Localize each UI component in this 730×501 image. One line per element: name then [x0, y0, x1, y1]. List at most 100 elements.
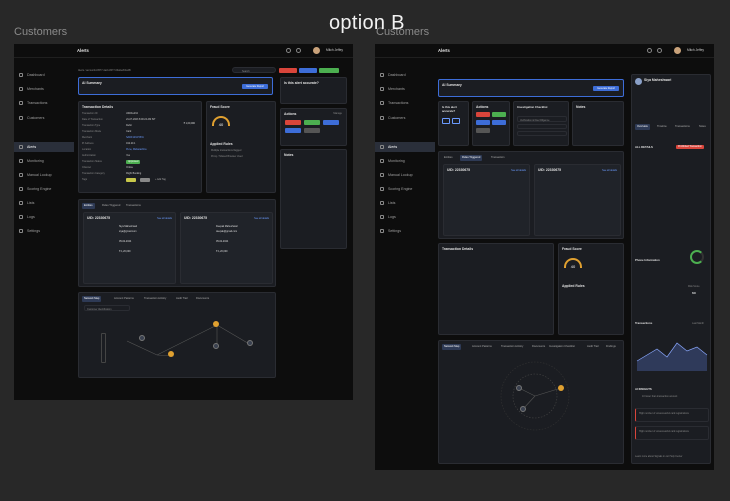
network-node[interactable]: [520, 406, 526, 412]
network-node[interactable]: [168, 351, 174, 357]
action-button-blue[interactable]: [285, 128, 301, 133]
sidebar-item-customers[interactable]: Customers: [375, 113, 435, 123]
add-tag-button[interactable]: + Add Tag: [155, 178, 166, 181]
bell-icon[interactable]: [286, 48, 291, 53]
sidebar-item-merchants[interactable]: Merchants: [375, 84, 435, 94]
sidebar-item-manual-lookup[interactable]: Manual Lookup: [14, 170, 74, 180]
thumbs-up-button[interactable]: [442, 118, 450, 124]
action-button-blue[interactable]: [323, 120, 339, 125]
see-all-details-link[interactable]: See all details: [157, 217, 172, 220]
action-button-blue[interactable]: [476, 120, 490, 125]
detail-key: IP Address: [82, 142, 94, 145]
detail-value[interactable]: Pune, Maharashtra: [126, 148, 146, 151]
entity-date: 05-02-2024: [119, 240, 132, 243]
user-name[interactable]: Mitch Jeffey: [687, 48, 704, 52]
thumbs-down-button[interactable]: [452, 118, 460, 124]
detail-key: Transaction Mode: [82, 130, 102, 133]
tag-chip: [140, 178, 150, 182]
action-button-gray[interactable]: [476, 128, 490, 133]
sidebar-item-scoring-engine[interactable]: Scoring Engine: [14, 184, 74, 194]
tab-overview[interactable]: Overview: [635, 124, 650, 130]
action-button-green[interactable]: [304, 120, 320, 125]
actions-panel: Actions Manage: [280, 108, 347, 146]
network-node[interactable]: [213, 321, 219, 327]
tab-entities[interactable]: Entities: [82, 203, 95, 209]
insight-card[interactable]: High number of unsuccessful card registr…: [635, 426, 709, 440]
action-button-green[interactable]: [492, 112, 506, 117]
sidebar-item-scoring-engine[interactable]: Scoring Engine: [375, 184, 435, 194]
sidebar-item-merchants[interactable]: Merchants: [14, 84, 74, 94]
generate-report-button[interactable]: Generate Report: [242, 84, 268, 89]
status-button-green[interactable]: [319, 68, 339, 73]
action-button-blue[interactable]: [492, 120, 506, 125]
sidebar-item-transactions[interactable]: Transactions: [375, 98, 435, 108]
tab-rules-triggered[interactable]: Rules Triggered: [100, 203, 122, 209]
settings-icon[interactable]: [657, 48, 662, 53]
sidebar-item-alerts[interactable]: Alerts: [375, 142, 435, 152]
entity-email: deepak@gmail.com: [216, 230, 238, 233]
tab-profile-transactions[interactable]: Transactions: [673, 124, 692, 130]
detail-value[interactable]: SADF1234 5531: [126, 136, 144, 139]
zoom-controls[interactable]: [101, 333, 106, 363]
detail-key: Transaction Status: [82, 160, 102, 163]
sidebar-item-settings[interactable]: Settings: [375, 226, 435, 236]
sidebar-item-transactions[interactable]: Transactions: [14, 98, 74, 108]
entity-email: siya@gmail.com: [119, 230, 137, 233]
insight-card[interactable]: High number of unsuccessful card registr…: [635, 408, 709, 422]
transaction-details-panel: Transaction Details Transaction ID ASDFe2…: [78, 101, 202, 193]
sidebar-item-manual-lookup[interactable]: Manual Lookup: [375, 170, 435, 180]
help-center-link[interactable]: Learn more about Signals in our Help Cen…: [635, 455, 682, 458]
sidebar-item-monitoring[interactable]: Monitoring: [14, 156, 74, 166]
sidebar-item-lists[interactable]: Lists: [14, 198, 74, 208]
network-node[interactable]: [247, 340, 253, 346]
status-button-red[interactable]: [279, 68, 297, 73]
checklist-item[interactable]: [517, 131, 567, 136]
dashboard-icon: [19, 73, 23, 77]
user-name[interactable]: Mitch Jeffey: [326, 48, 343, 52]
sidebar-item-dashboard[interactable]: Dashboard: [14, 70, 74, 80]
detail-row: Transaction Mode Card: [82, 130, 198, 134]
status-button-blue[interactable]: [299, 68, 317, 73]
avatar[interactable]: [313, 47, 320, 54]
tab-entities[interactable]: Entities: [442, 155, 455, 161]
tab-rules-triggered[interactable]: Rules Triggered: [460, 155, 483, 161]
settings-icon[interactable]: [296, 48, 301, 53]
period-select[interactable]: Last Month: [692, 322, 704, 325]
avatar[interactable]: [674, 47, 681, 54]
sidebar-item-settings[interactable]: Settings: [14, 226, 74, 236]
entity-uid: UID: 22330675: [184, 216, 207, 220]
tab-timeline[interactable]: Timeline: [655, 124, 669, 130]
sidebar-item-alerts[interactable]: Alerts: [14, 142, 74, 152]
sidebar-item-label: Settings: [388, 229, 401, 233]
breadcrumb[interactable]: Alerts / accountId-9577-4acb-8077-06a0e2…: [78, 69, 131, 72]
action-button-red[interactable]: [285, 120, 301, 125]
tab-transaction[interactable]: Transaction: [489, 155, 506, 161]
sidebar-item-monitoring[interactable]: Monitoring: [375, 156, 435, 166]
action-button-gray[interactable]: [304, 128, 320, 133]
manage-link[interactable]: Manage: [333, 112, 342, 115]
sidebar-item-lists[interactable]: Lists: [375, 198, 435, 208]
see-all-details-link[interactable]: See all details: [602, 169, 617, 172]
action-button-red[interactable]: [476, 112, 490, 117]
tab-transactions[interactable]: Transactions: [124, 203, 143, 209]
network-node[interactable]: [139, 335, 145, 341]
network-node[interactable]: [213, 343, 219, 349]
generate-report-button[interactable]: Generate Report: [593, 86, 619, 91]
network-node[interactable]: [558, 385, 564, 391]
tab-notes[interactable]: Notes: [697, 124, 708, 130]
sidebar-item-label: Dashboard: [27, 73, 45, 77]
notes-panel: Notes: [280, 149, 347, 249]
network-node[interactable]: [516, 385, 522, 391]
sidebar-item-customers[interactable]: Customers: [14, 113, 74, 123]
checklist-item[interactable]: Verification & Due Diligence: [517, 116, 567, 122]
sidebar-item-logs[interactable]: Logs: [375, 212, 435, 222]
insight-item: 10 lower than transaction amount: [642, 395, 678, 398]
sidebar-item-dashboard[interactable]: Dashboard: [375, 70, 435, 80]
search-input[interactable]: Search: [232, 67, 276, 73]
see-all-details-link[interactable]: See all details: [254, 217, 269, 220]
bell-icon[interactable]: [647, 48, 652, 53]
sidebar-item-logs[interactable]: Logs: [14, 212, 74, 222]
checklist-item[interactable]: [517, 124, 567, 129]
sidebar-item-label: Customers: [27, 116, 45, 120]
see-all-details-link[interactable]: See all details: [511, 169, 526, 172]
